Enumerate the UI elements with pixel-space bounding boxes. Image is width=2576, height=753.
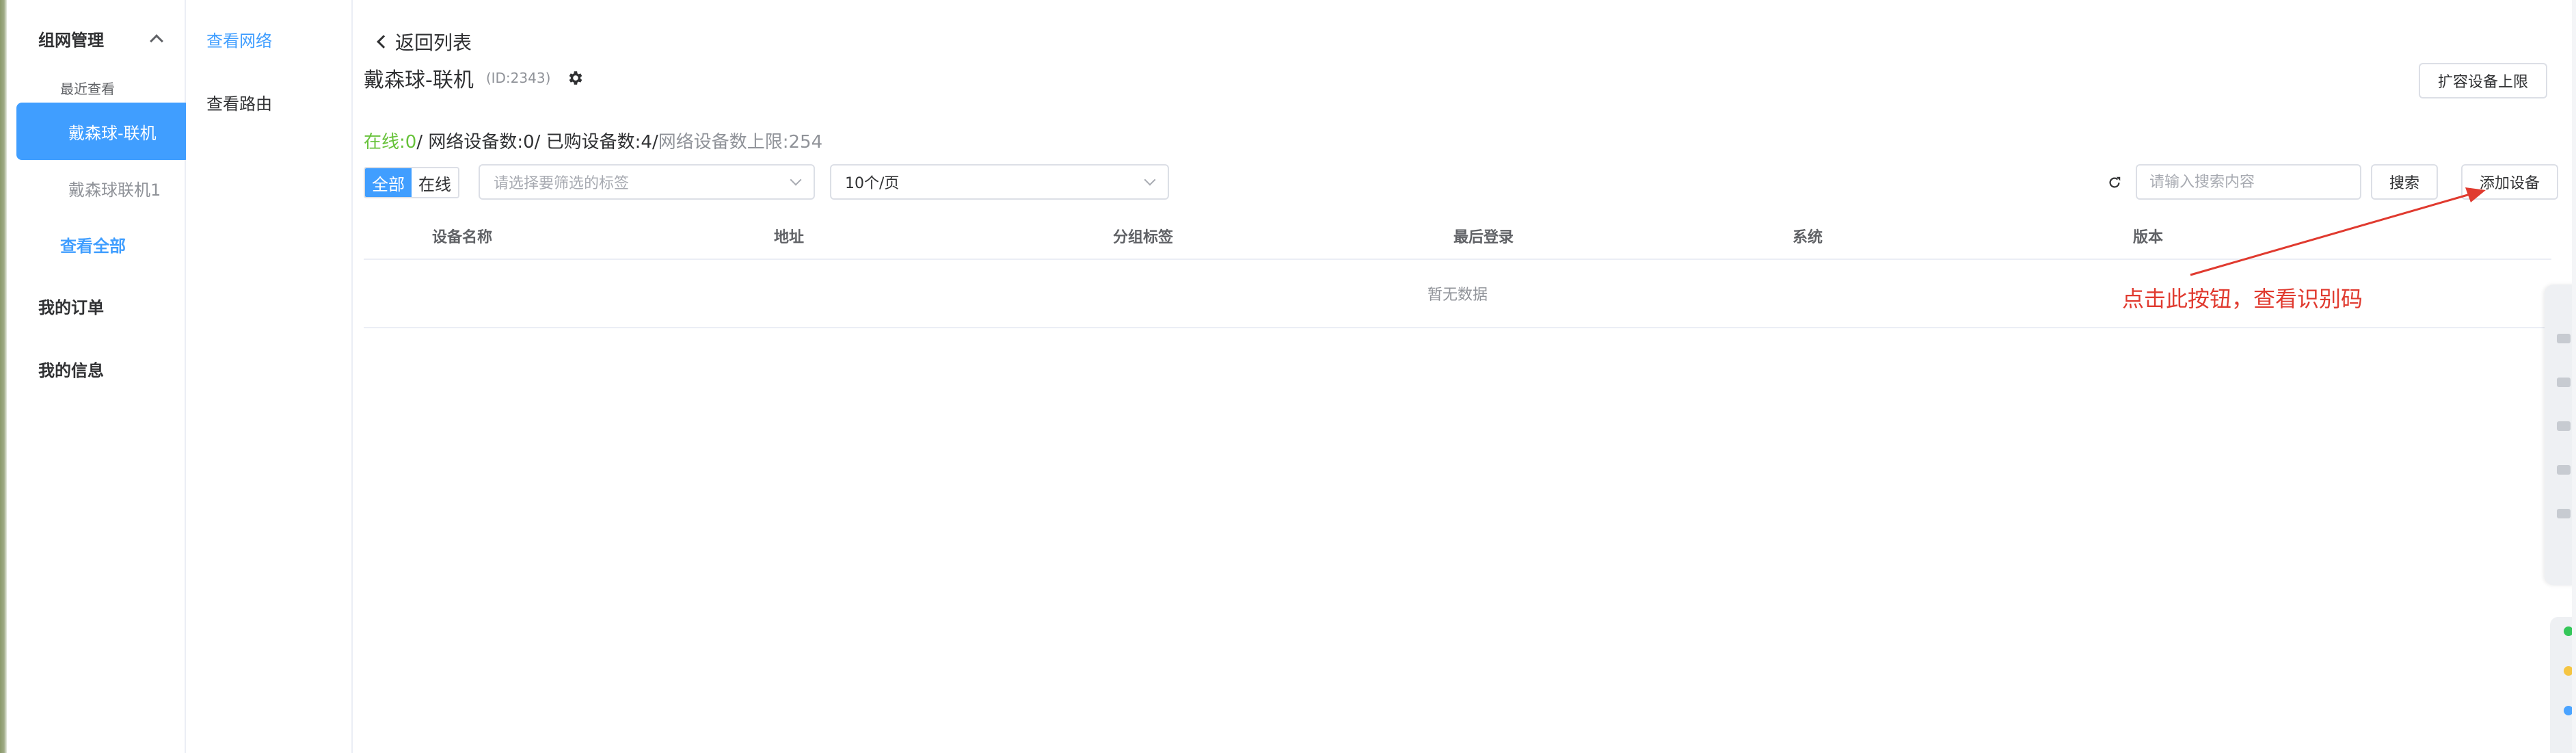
back-link-label: 返回列表 xyxy=(395,31,472,54)
secondary-sidebar: 查看网络 查看路由 xyxy=(186,0,353,753)
sidebar-item-label: 戴森球-联机 xyxy=(68,123,157,143)
segment-online[interactable]: 在线 xyxy=(412,168,458,197)
page-title: 戴森球-联机 xyxy=(364,68,474,92)
window-edge-right xyxy=(2572,0,2576,753)
column-header-group-tag: 分组标签 xyxy=(1113,229,1174,246)
device-stats: 在线:0 / 网络设备数:0 / 已购设备数:4/ 网络设备数上限:254 xyxy=(364,129,823,153)
subnav-view-network[interactable]: 查看网络 xyxy=(206,27,272,51)
sidebar-item-orders[interactable]: 我的订单 xyxy=(38,294,104,318)
sidebar-recent-label: 最近查看 xyxy=(60,81,115,97)
chevron-up-icon xyxy=(150,34,163,48)
tag-filter-select[interactable]: 请选择要筛选的标签 xyxy=(479,164,815,200)
stat-purchased: / 已购设备数:4/ xyxy=(534,131,658,153)
gear-icon[interactable] xyxy=(563,66,587,90)
toolbar-icon[interactable] xyxy=(2557,421,2571,431)
chevron-down-icon xyxy=(790,174,802,186)
empty-state-text: 暂无数据 xyxy=(1427,287,1488,304)
column-header-device-name: 设备名称 xyxy=(432,229,493,246)
chevron-down-icon xyxy=(1144,174,1156,186)
table-header: 设备名称 地址 分组标签 最后登录 系统 版本 xyxy=(364,212,2551,260)
refresh-icon[interactable] xyxy=(2103,171,2126,194)
stat-network-devices: / 网络设备数:0 xyxy=(416,131,535,153)
sidebar-group-network-management[interactable]: 组网管理 xyxy=(38,27,175,50)
toolbar-icon[interactable] xyxy=(2557,334,2571,343)
search-input[interactable] xyxy=(2136,164,2361,200)
search-button[interactable]: 搜索 xyxy=(2371,164,2438,200)
page-size-value: 10个/页 xyxy=(845,175,900,192)
window-edge xyxy=(0,0,7,753)
column-header-system: 系统 xyxy=(1793,229,1823,246)
network-id: (ID:2343) xyxy=(485,70,551,86)
primary-sidebar: 组网管理 最近查看 戴森球-联机 戴森球联机1 查看全部 我的订单 我的信息 xyxy=(7,0,190,753)
subnav-view-route[interactable]: 查看路由 xyxy=(206,90,272,114)
app-window: 组网管理 最近查看 戴森球-联机 戴森球联机1 查看全部 我的订单 我的信息 查… xyxy=(0,0,2576,753)
segment-all[interactable]: 全部 xyxy=(365,168,412,197)
column-header-version: 版本 xyxy=(2133,229,2164,246)
network-title-row: 戴森球-联机 (ID:2343) xyxy=(364,64,587,92)
page-size-select[interactable]: 10个/页 xyxy=(830,164,1169,200)
sidebar-group-label: 组网管理 xyxy=(38,30,104,50)
tag-filter-placeholder: 请选择要筛选的标签 xyxy=(494,175,630,192)
add-device-button[interactable]: 添加设备 xyxy=(2461,164,2558,200)
main-content: 返回列表 戴森球-联机 (ID:2343) 扩容设备上限 在线:0 / 网络设备… xyxy=(353,0,2576,753)
sidebar-item-my-info[interactable]: 我的信息 xyxy=(38,357,104,381)
toolbar-icon[interactable] xyxy=(2557,509,2571,518)
stat-limit: 网络设备数上限:254 xyxy=(658,131,823,153)
sidebar-item-active-network[interactable]: 戴森球-联机 xyxy=(16,103,190,160)
column-header-last-login: 最后登录 xyxy=(1453,229,1514,246)
status-segmented-control: 全部 在线 xyxy=(364,167,459,198)
chevron-left-icon xyxy=(377,35,390,49)
back-to-list-link[interactable]: 返回列表 xyxy=(377,30,472,54)
toolbar-icon[interactable] xyxy=(2557,378,2571,387)
annotation-text: 点击此按钮，查看识别码 xyxy=(2122,286,2363,312)
expand-device-limit-button[interactable]: 扩容设备上限 xyxy=(2419,63,2547,98)
stat-online: 在线:0 xyxy=(364,131,417,153)
toolbar-icon[interactable] xyxy=(2557,465,2571,475)
column-header-address: 地址 xyxy=(774,229,805,246)
filter-toolbar: 全部 在线 请选择要筛选的标签 10个/页 搜索 添加设备 xyxy=(364,164,2565,202)
sidebar-view-all-link[interactable]: 查看全部 xyxy=(60,233,126,256)
sidebar-item-network-2[interactable]: 戴森球联机1 xyxy=(68,176,161,200)
